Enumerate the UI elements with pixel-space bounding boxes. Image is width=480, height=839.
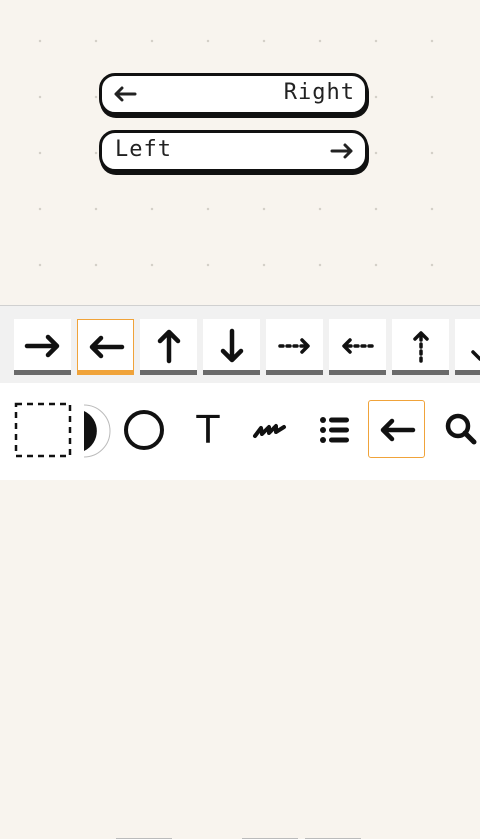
arrow-right-icon: [24, 334, 60, 358]
half-circle-icon: [83, 404, 111, 458]
drawing-canvas[interactable]: Right Left: [0, 0, 480, 305]
arrow-left-icon: [380, 418, 416, 442]
frame-tool[interactable]: [14, 402, 72, 458]
arrow-style-up-dotted[interactable]: [392, 319, 449, 375]
list-tool[interactable]: [305, 402, 361, 458]
text-tool[interactable]: T: [182, 402, 234, 458]
arrow-down-partial-icon: [471, 350, 480, 361]
arrow-style-left-solid[interactable]: [77, 319, 134, 375]
dashed-rectangle-icon: [14, 402, 72, 458]
circle-icon: [124, 410, 164, 450]
arrow-style-right-dotted[interactable]: [266, 319, 323, 375]
tool-bar: T: [0, 383, 480, 839]
pill-label: Right: [283, 80, 355, 105]
text-tool-label: T: [196, 408, 220, 452]
label-pill-left[interactable]: Left: [99, 130, 368, 172]
arrow-tool[interactable]: [368, 400, 425, 458]
list-icon: [320, 417, 349, 443]
arrow-style-down-solid[interactable]: [203, 319, 260, 375]
label-pill-right[interactable]: Right: [99, 73, 368, 115]
arrow-up-icon: [157, 329, 181, 364]
left-arrow-icon: [112, 83, 138, 109]
arrow-style-tray: [0, 305, 480, 384]
arrow-style-down-partial[interactable]: [455, 319, 480, 375]
dotted-arrow-left-icon: [342, 338, 374, 354]
dotted-arrow-right-icon: [278, 338, 310, 354]
scribble-tool[interactable]: [242, 402, 298, 458]
pill-label: Left: [115, 137, 172, 162]
arrow-style-up-solid[interactable]: [140, 319, 197, 375]
arrow-down-icon: [220, 328, 244, 363]
half-circle-tool[interactable]: [76, 402, 112, 458]
arrow-left-icon: [89, 335, 125, 359]
ellipse-tool[interactable]: [116, 402, 172, 458]
scribble-icon: [253, 424, 286, 438]
dotted-arrow-up-icon: [413, 331, 429, 363]
zoom-tool[interactable]: [432, 402, 480, 458]
arrow-style-left-dotted[interactable]: [329, 319, 386, 375]
right-arrow-icon: [329, 140, 355, 166]
search-icon: [445, 413, 477, 445]
arrow-style-right-solid[interactable]: [14, 319, 71, 375]
